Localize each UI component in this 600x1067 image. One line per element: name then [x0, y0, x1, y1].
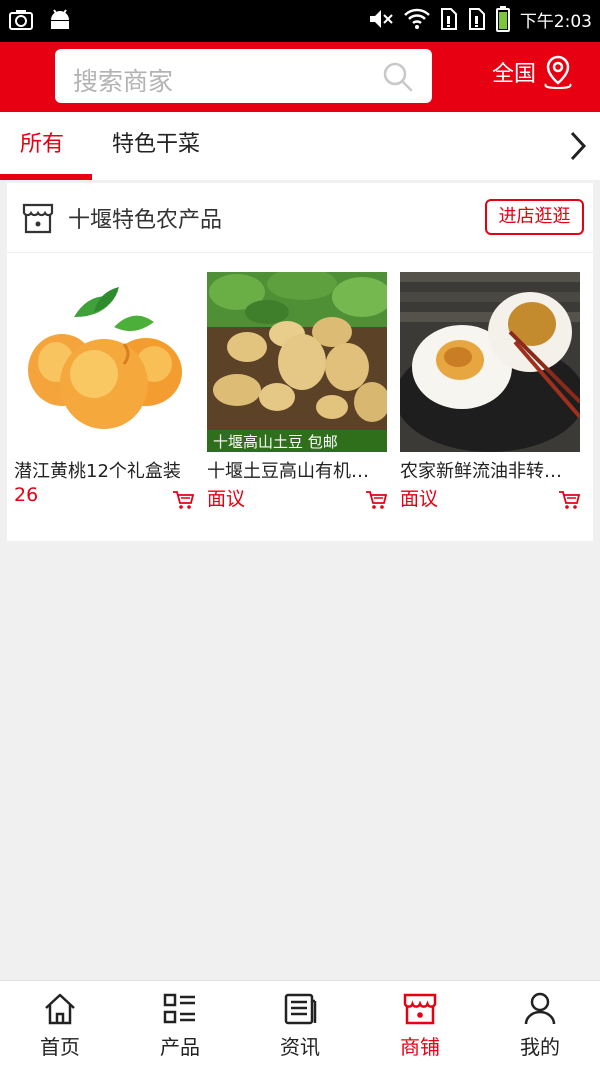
region-label: 全国 — [492, 62, 537, 87]
nav-label: 首页 — [40, 1035, 80, 1059]
nav-home[interactable]: 首页 — [0, 981, 120, 1067]
sim-card-icon — [440, 8, 457, 30]
nav-products[interactable]: 产品 — [120, 981, 240, 1067]
tab-dried-vegetables[interactable]: 特色干菜 — [112, 112, 200, 180]
search-input[interactable]: 搜索商家 — [55, 49, 432, 103]
category-tabs: 所有 特色干菜 — [0, 112, 600, 180]
search-placeholder: 搜索商家 — [73, 67, 174, 96]
bottom-navigation: 首页 产品 资讯 商铺 我的 — [0, 980, 600, 1067]
product-image-caption: 十堰高山土豆 包邮 — [213, 433, 338, 451]
product-name: 农家新鲜流油非转基因咸鸭蛋 — [400, 461, 574, 482]
shop-name: 十堰特色农产品 — [68, 208, 223, 233]
app-header: 搜索商家 全国 — [0, 42, 600, 112]
location-pin-icon — [544, 55, 572, 90]
shop-header: 十堰特色农产品 进店逛逛 — [7, 183, 593, 253]
mute-icon — [369, 10, 393, 28]
shop-card: 十堰特色农产品 进店逛逛 潜江黄桃12个礼盒装 26 十堰高山土豆 包邮 十堰土… — [7, 183, 593, 541]
product-card[interactable]: 十堰高山土豆 包邮 十堰土豆高山有机土豆 面议 — [207, 272, 387, 510]
region-selector[interactable]: 全国 — [492, 54, 574, 90]
nav-label: 我的 — [520, 1035, 560, 1059]
sim-card-icon — [468, 8, 485, 30]
nav-me[interactable]: 我的 — [480, 981, 600, 1067]
add-to-cart-icon[interactable] — [172, 490, 194, 510]
product-card[interactable]: 潜江黄桃12个礼盒装 26 — [14, 272, 194, 509]
nav-label: 商铺 — [400, 1035, 440, 1059]
nav-label: 产品 — [160, 1035, 200, 1059]
wifi-icon — [403, 8, 430, 29]
android-icon — [51, 9, 69, 29]
tab-all[interactable]: 所有 — [20, 112, 64, 180]
chevron-right-icon[interactable] — [568, 130, 588, 162]
product-image-salted-egg — [400, 272, 580, 452]
screenshot-icon — [9, 10, 33, 30]
product-price: 面议 — [400, 488, 439, 510]
product-list-icon — [163, 993, 195, 1024]
news-icon — [284, 993, 317, 1025]
product-price: 26 — [14, 484, 39, 506]
product-name: 潜江黄桃12个礼盒装 — [14, 461, 181, 482]
product-image-potato: 十堰高山土豆 包邮 — [207, 272, 387, 452]
product-card[interactable]: 农家新鲜流油非转基因咸鸭蛋 面议 — [400, 272, 580, 510]
shop-icon — [403, 993, 437, 1025]
search-icon[interactable] — [382, 61, 414, 93]
nav-news[interactable]: 资讯 — [240, 981, 360, 1067]
shop-icon — [22, 203, 54, 234]
add-to-cart-icon[interactable] — [365, 490, 387, 510]
product-name: 十堰土豆高山有机土豆 — [207, 461, 381, 482]
active-tab-indicator — [0, 174, 92, 180]
add-to-cart-icon[interactable] — [558, 490, 580, 510]
nav-label: 资讯 — [280, 1035, 320, 1059]
status-time: 下午2:03 — [519, 11, 592, 32]
home-icon — [45, 993, 75, 1025]
visit-shop-button[interactable]: 进店逛逛 — [485, 199, 584, 235]
user-icon — [524, 992, 556, 1025]
product-price: 面议 — [207, 488, 246, 510]
product-image-peach — [14, 272, 194, 452]
battery-icon — [495, 6, 510, 32]
status-bar: 下午2:03 — [0, 0, 600, 42]
nav-shops[interactable]: 商铺 — [360, 981, 480, 1067]
